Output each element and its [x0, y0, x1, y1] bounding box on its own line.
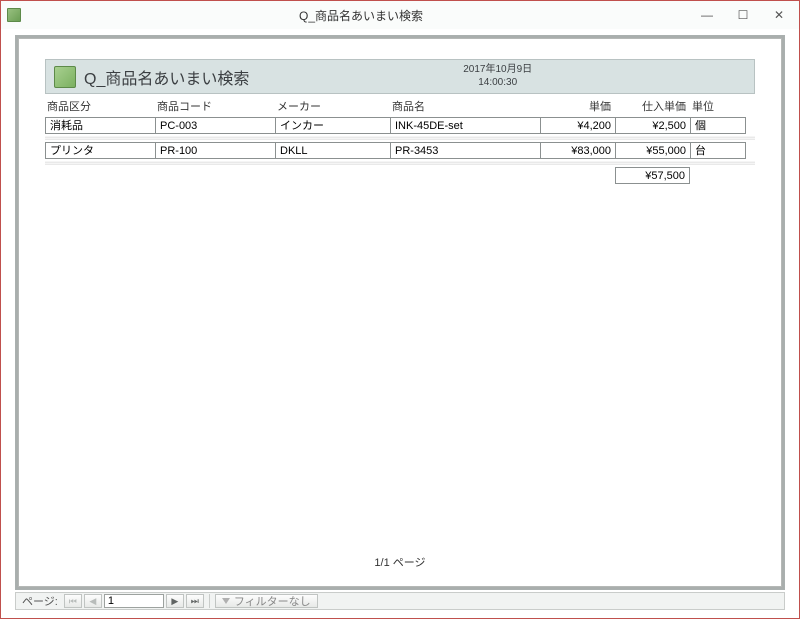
page-navigator: ページ: ⏮ ◀ ▶ ⏭ フィルターなし	[15, 592, 785, 610]
cell-name: INK-45DE-set	[390, 117, 541, 134]
filter-button[interactable]: フィルターなし	[215, 594, 318, 608]
nav-label: ページ:	[18, 593, 62, 609]
report-icon	[54, 66, 76, 88]
col-unit: 単位	[692, 98, 747, 114]
page-number-input[interactable]	[104, 594, 164, 608]
prev-page-button[interactable]: ◀	[84, 594, 102, 608]
cell-code: PC-003	[155, 117, 276, 134]
column-headers: 商品区分 商品コード メーカー 商品名 単価 仕入単価 単位	[45, 96, 755, 117]
cell-cost: ¥2,500	[615, 117, 691, 134]
col-code: 商品コード	[157, 98, 277, 114]
window-title: Q_商品名あいまい検索	[29, 7, 693, 24]
filter-label: フィルターなし	[234, 593, 311, 609]
report-time: 14:00:30	[249, 77, 746, 90]
document-frame: Q_商品名あいまい検索 2017年10月9日 14:00:30 商品区分 商品コ…	[15, 35, 785, 590]
table-row: 消耗品 PC-003 インカー INK-45DE-set ¥4,200 ¥2,5…	[45, 117, 755, 134]
next-page-button[interactable]: ▶	[166, 594, 184, 608]
total-row: ¥57,500	[45, 167, 755, 184]
row-separator	[45, 161, 755, 165]
page-number-label: 1/1 ページ	[19, 554, 781, 570]
filter-icon	[222, 598, 230, 604]
total-cost: ¥57,500	[615, 167, 690, 184]
maximize-button[interactable]: ☐	[729, 6, 757, 24]
close-button[interactable]: ✕	[765, 6, 793, 24]
row-separator	[45, 136, 755, 140]
col-category: 商品区分	[47, 98, 157, 114]
minimize-button[interactable]: —	[693, 6, 721, 24]
last-page-button[interactable]: ⏭	[186, 594, 204, 608]
cell-unit: 個	[690, 117, 746, 134]
cell-maker: インカー	[275, 117, 391, 134]
cell-name: PR-3453	[390, 142, 541, 159]
cell-unit: 台	[690, 142, 746, 159]
report-date: 2017年10月9日	[249, 64, 746, 77]
col-maker: メーカー	[277, 98, 392, 114]
report-datetime: 2017年10月9日 14:00:30	[249, 64, 746, 89]
app-icon	[7, 8, 21, 22]
cell-cost: ¥55,000	[615, 142, 691, 159]
report-page: Q_商品名あいまい検索 2017年10月9日 14:00:30 商品区分 商品コ…	[18, 38, 782, 587]
table-row: プリンタ PR-100 DKLL PR-3453 ¥83,000 ¥55,000…	[45, 142, 755, 159]
cell-category: 消耗品	[45, 117, 156, 134]
first-page-button[interactable]: ⏮	[64, 594, 82, 608]
window-titlebar: Q_商品名あいまい検索 — ☐ ✕	[1, 1, 799, 29]
report-header: Q_商品名あいまい検索 2017年10月9日 14:00:30	[45, 59, 755, 94]
col-price: 単価	[542, 98, 617, 114]
cell-maker: DKLL	[275, 142, 391, 159]
cell-category: プリンタ	[45, 142, 156, 159]
cell-code: PR-100	[155, 142, 276, 159]
cell-price: ¥83,000	[540, 142, 616, 159]
col-cost: 仕入単価	[617, 98, 692, 114]
cell-price: ¥4,200	[540, 117, 616, 134]
col-name: 商品名	[392, 98, 542, 114]
report-title: Q_商品名あいまい検索	[84, 65, 249, 89]
